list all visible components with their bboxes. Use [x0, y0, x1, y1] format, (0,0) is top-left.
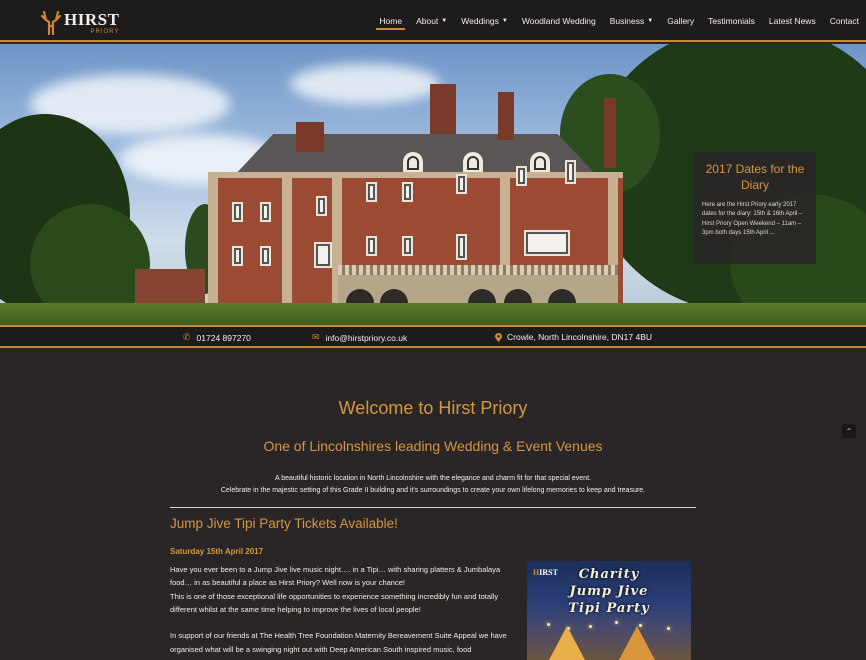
main-nav: Home About ▼ Weddings ▼ Woodland Wedding Busin…	[372, 0, 866, 42]
chevron-up-icon: ⌃	[845, 426, 853, 436]
intro-line-2: Celebrate in the majestic setting of thi…	[220, 487, 646, 495]
email-address: info@hirstpriory.co.uk	[325, 332, 408, 343]
tipi-party-poster[interactable]: HIRST Charity Jump Jive Tipi Party	[527, 561, 691, 660]
nav-label: Latest News	[768, 16, 816, 26]
hero-image: 2017 Dates for the Diary Here are the Hi…	[0, 44, 866, 325]
nav-label: Gallery	[667, 16, 695, 26]
site-logo[interactable]: HIRST PRIORY	[40, 8, 119, 38]
article-body: Have you ever been to a Jump Jive live m…	[170, 563, 510, 656]
nav-item-home[interactable]: Home	[372, 0, 409, 42]
diary-panel[interactable]: 2017 Dates for the Diary Here are the Hi…	[694, 152, 816, 264]
logo-sub: PRIORY	[90, 29, 120, 35]
page-subtitle: One of Lincolnshires leading Wedding & E…	[263, 438, 603, 454]
phone-number: 01724 897270	[196, 332, 251, 343]
nav-item-woodland-wedding[interactable]: Woodland Wedding	[515, 0, 603, 42]
map-marker-icon	[495, 332, 502, 342]
scroll-top-button[interactable]: ⌃	[842, 424, 856, 438]
contact-bar: ✆ 01724 897270 ✉ info@hirstpriory.co.uk …	[0, 325, 866, 348]
nav-label: About	[416, 16, 439, 26]
article-paragraph: Have you ever been to a Jump Jive live m…	[170, 565, 501, 588]
nav-item-weddings[interactable]: Weddings ▼	[454, 0, 515, 42]
nav-label: Testimonials	[708, 16, 755, 26]
navbar: HIRST PRIORY Home About ▼ Weddings ▼ Woodland…	[0, 0, 866, 42]
nav-item-about[interactable]: About ▼	[409, 0, 454, 42]
phone-icon: ✆	[183, 332, 191, 342]
nav-item-latest-news[interactable]: Latest News	[762, 0, 823, 42]
poster-line-2: Jump Jive	[569, 584, 649, 599]
divider	[170, 507, 696, 508]
nav-label: Woodland Wedding	[521, 16, 596, 26]
poster-line-3: Tipi Party	[568, 601, 650, 616]
nav-label: Home	[379, 16, 403, 26]
article-title[interactable]: Jump Jive Tipi Party Tickets Available!	[170, 516, 398, 531]
poster-line-1: Charity	[578, 567, 640, 582]
priory-building	[208, 84, 623, 308]
article-paragraph: This is one of those exceptional life op…	[170, 591, 499, 615]
caret-down-icon: ▼	[647, 18, 654, 24]
caret-down-icon: ▼	[441, 18, 448, 24]
diary-excerpt: Here are the Hirst Priory early 2017 dat…	[702, 202, 803, 237]
article-date: Saturday 15th April 2017	[170, 547, 264, 556]
location-text: Crowle, North Lincolnshire, DN17 4BU	[507, 332, 653, 342]
nav-item-contact[interactable]: Contact	[823, 0, 866, 42]
article-paragraph: In support of our friends at The Health …	[170, 631, 507, 654]
nav-item-gallery[interactable]: Gallery	[660, 0, 701, 42]
nav-label: Weddings	[461, 16, 499, 26]
intro-line-1: A beautiful historic location in North L…	[275, 475, 591, 482]
contact-location: Crowle, North Lincolnshire, DN17 4BU	[495, 332, 652, 342]
nav-item-business[interactable]: Business ▼	[603, 0, 660, 42]
page-title: Welcome to Hirst Priory	[338, 398, 528, 418]
antler-logo-icon	[40, 10, 62, 36]
diary-title[interactable]: 2017 Dates for the Diary	[702, 162, 808, 193]
contact-email[interactable]: ✉ info@hirstpriory.co.uk	[312, 332, 407, 343]
logo-word: HIRST	[64, 10, 120, 29]
nav-label: Contact	[829, 16, 859, 26]
nav-item-testimonials[interactable]: Testimonials	[701, 0, 762, 42]
nav-label: Business	[609, 16, 645, 26]
caret-down-icon: ▼	[501, 18, 508, 24]
contact-phone[interactable]: ✆ 01724 897270	[183, 332, 251, 343]
intro-text: A beautiful historic location in North L…	[0, 473, 866, 498]
envelope-icon: ✉	[312, 332, 320, 342]
